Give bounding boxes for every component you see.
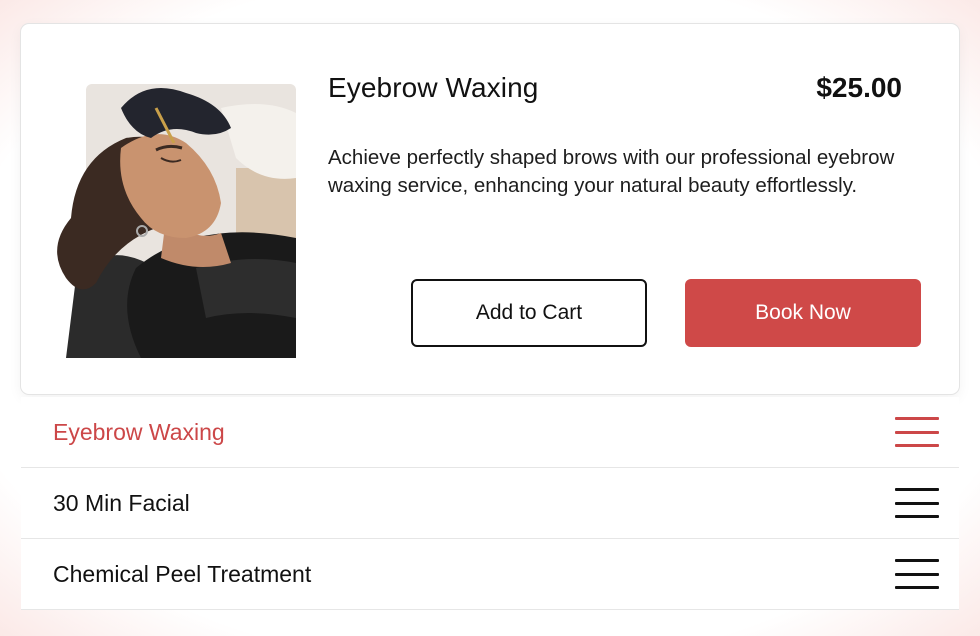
page-background: Eyebrow Waxing $25.00 Achieve perfectly … bbox=[0, 0, 980, 636]
menu-icon[interactable] bbox=[895, 417, 939, 447]
service-item-chemical-peel[interactable]: Chemical Peel Treatment bbox=[21, 539, 959, 610]
service-item-label: 30 Min Facial bbox=[53, 489, 190, 516]
service-photo bbox=[46, 68, 296, 358]
service-list: Eyebrow Waxing 30 Min Facial Chemical Pe… bbox=[21, 397, 959, 610]
add-to-cart-button[interactable]: Add to Cart bbox=[411, 279, 647, 347]
service-price: $25.00 bbox=[816, 72, 902, 103]
menu-icon[interactable] bbox=[895, 488, 939, 518]
service-item-30-min-facial[interactable]: 30 Min Facial bbox=[21, 468, 959, 539]
service-card: Eyebrow Waxing $25.00 Achieve perfectly … bbox=[21, 24, 959, 394]
book-now-button[interactable]: Book Now bbox=[685, 279, 921, 347]
menu-icon[interactable] bbox=[895, 559, 939, 589]
service-description: Achieve perfectly shaped brows with our … bbox=[328, 146, 895, 197]
service-item-label: Chemical Peel Treatment bbox=[53, 560, 312, 587]
service-item-label: Eyebrow Waxing bbox=[53, 418, 225, 445]
service-item-eyebrow-waxing[interactable]: Eyebrow Waxing bbox=[21, 397, 959, 468]
service-title: Eyebrow Waxing bbox=[328, 72, 539, 103]
